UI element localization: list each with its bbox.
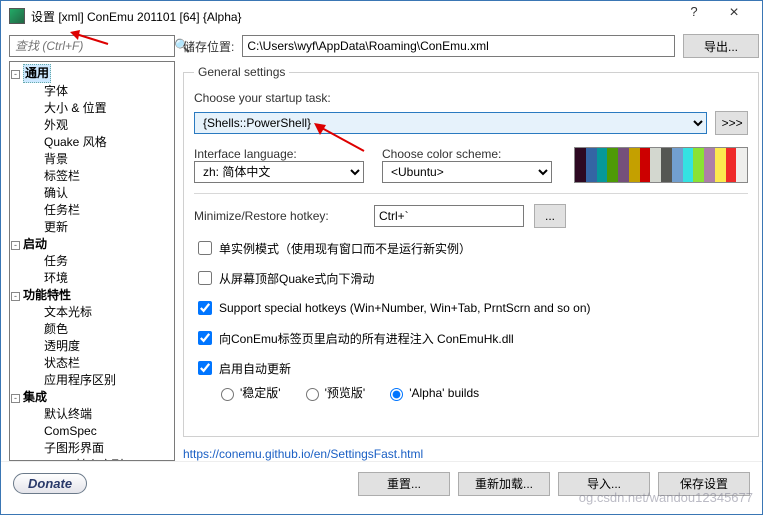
- palette-swatch: [629, 148, 640, 182]
- tree-group-label[interactable]: 集成: [23, 390, 47, 404]
- collapse-icon[interactable]: -: [11, 292, 20, 301]
- palette-swatch: [640, 148, 651, 182]
- reload-button[interactable]: 重新加载...: [458, 472, 550, 496]
- import-button[interactable]: 导入...: [558, 472, 650, 496]
- tree-item[interactable]: 颜色: [38, 321, 174, 338]
- palette-swatch: [650, 148, 661, 182]
- help-button[interactable]: ?: [674, 4, 714, 28]
- app-icon: [9, 8, 25, 24]
- startup-task-select[interactable]: {Shells::PowerShell}: [194, 112, 707, 134]
- color-palette: [574, 147, 748, 183]
- hotkey-input[interactable]: [374, 205, 524, 227]
- update-stable-radio[interactable]: '稳定版': [216, 384, 281, 401]
- update-alpha-radio[interactable]: 'Alpha' builds: [385, 385, 479, 401]
- donate-button[interactable]: Donate: [13, 473, 87, 494]
- tree-item[interactable]: Quake 风格: [38, 134, 174, 151]
- tree-item[interactable]: 默认终端: [38, 406, 174, 423]
- palette-swatch: [683, 148, 694, 182]
- palette-swatch: [586, 148, 597, 182]
- color-scheme-select[interactable]: <Ubuntu>: [382, 161, 552, 183]
- tree-item[interactable]: 应用程序区别: [38, 372, 174, 389]
- tree-group[interactable]: -通用字体大小 & 位置外观Quake 风格背景标签栏确认任务栏更新: [24, 64, 174, 236]
- collapse-icon[interactable]: -: [11, 394, 20, 403]
- palette-swatch: [726, 148, 737, 182]
- docs-link[interactable]: https://conemu.github.io/en/SettingsFast…: [183, 447, 759, 461]
- single-instance-checkbox[interactable]: 单实例模式（使用现有窗口而不是运行新实例）: [194, 238, 748, 258]
- tree-item[interactable]: 环境: [38, 270, 174, 287]
- palette-swatch: [736, 148, 747, 182]
- search-input[interactable]: [13, 39, 174, 53]
- startup-more-button[interactable]: >>>: [715, 111, 748, 135]
- tree-item[interactable]: 大小 & 位置: [38, 100, 174, 117]
- quake-slide-checkbox[interactable]: 从屏幕顶部Quake式向下滑动: [194, 268, 748, 288]
- export-button[interactable]: 导出...: [683, 34, 759, 58]
- palette-swatch: [575, 148, 586, 182]
- tree-group[interactable]: -功能特性文本光标颜色透明度状态栏应用程序区别: [24, 287, 174, 389]
- palette-swatch: [607, 148, 618, 182]
- palette-swatch: [704, 148, 715, 182]
- search-box[interactable]: 🔍: [9, 35, 175, 57]
- tree-item[interactable]: 透明度: [38, 338, 174, 355]
- storage-path-input[interactable]: [242, 35, 675, 57]
- palette-swatch: [618, 148, 629, 182]
- reset-button[interactable]: 重置...: [358, 472, 450, 496]
- color-label: Choose color scheme:: [382, 147, 552, 161]
- tree-item[interactable]: ComSpec: [38, 423, 174, 440]
- tree-group-label[interactable]: 通用: [23, 64, 51, 83]
- tree-item[interactable]: 标签栏: [38, 168, 174, 185]
- inject-hook-checkbox[interactable]: 向ConEmu标签页里启动的所有进程注入 ConEmuHk.dll: [194, 328, 748, 348]
- auto-update-checkbox[interactable]: 启用自动更新: [194, 358, 748, 378]
- tree-item[interactable]: 文本光标: [38, 304, 174, 321]
- tree-item[interactable]: 背景: [38, 151, 174, 168]
- close-button[interactable]: ×: [714, 4, 754, 28]
- lang-label: Interface language:: [194, 147, 364, 161]
- tree-item[interactable]: ANSI 转义序列: [38, 457, 174, 461]
- hotkey-more-button[interactable]: ...: [534, 204, 566, 228]
- special-hotkeys-checkbox[interactable]: Support special hotkeys (Win+Number, Win…: [194, 298, 748, 318]
- lang-select[interactable]: zh: 简体中文: [194, 161, 364, 183]
- tree-item[interactable]: 外观: [38, 117, 174, 134]
- palette-swatch: [661, 148, 672, 182]
- update-preview-radio[interactable]: '预览版': [301, 384, 366, 401]
- startup-task-label: Choose your startup task:: [194, 91, 748, 105]
- palette-swatch: [693, 148, 704, 182]
- tree-item[interactable]: 子图形界面: [38, 440, 174, 457]
- palette-swatch: [597, 148, 608, 182]
- general-legend: General settings: [194, 65, 289, 79]
- palette-swatch: [672, 148, 683, 182]
- window-title: 设置 [xml] ConEmu 201101 [64] {Alpha}: [31, 8, 674, 25]
- tree-group-label[interactable]: 功能特性: [23, 288, 71, 302]
- tree-group-label[interactable]: 启动: [23, 237, 47, 251]
- palette-swatch: [715, 148, 726, 182]
- tree-item[interactable]: 字体: [38, 83, 174, 100]
- collapse-icon[interactable]: -: [11, 241, 20, 250]
- tree-item[interactable]: 确认: [38, 185, 174, 202]
- tree-item[interactable]: 任务: [38, 253, 174, 270]
- storage-label: 储存位置:: [183, 38, 234, 55]
- tree-group[interactable]: -启动任务环境: [24, 236, 174, 287]
- settings-tree[interactable]: -通用字体大小 & 位置外观Quake 风格背景标签栏确认任务栏更新-启动任务环…: [9, 61, 175, 461]
- tree-item[interactable]: 任务栏: [38, 202, 174, 219]
- tree-item[interactable]: 状态栏: [38, 355, 174, 372]
- hotkey-label: Minimize/Restore hotkey:: [194, 209, 364, 223]
- collapse-icon[interactable]: -: [11, 70, 20, 79]
- tree-item[interactable]: 更新: [38, 219, 174, 236]
- save-settings-button[interactable]: 保存设置: [658, 472, 750, 496]
- general-settings-group: General settings Choose your startup tas…: [183, 65, 759, 437]
- tree-group[interactable]: -集成默认终端ComSpec子图形界面ANSI 转义序列: [24, 389, 174, 461]
